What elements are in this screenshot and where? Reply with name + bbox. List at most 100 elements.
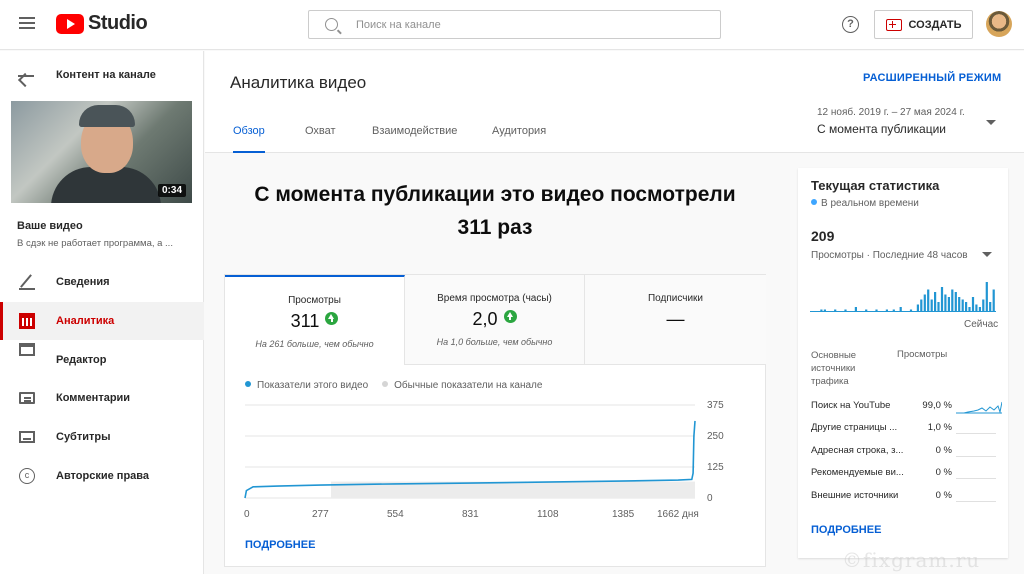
realtime-bar[interactable] — [916, 304, 919, 313]
avatar[interactable] — [986, 11, 1012, 37]
metric-comparison: На 261 больше, чем обычно — [255, 339, 374, 349]
traffic-source-row[interactable]: Поиск на YouTube 99,0 % — [811, 398, 1002, 416]
y-tick-label: 0 — [707, 493, 713, 504]
back-label[interactable]: Контент на канале — [56, 69, 156, 81]
metric-value: 2,0 — [405, 309, 584, 330]
tab-reach[interactable]: Охват — [305, 125, 336, 153]
date-period-select[interactable]: С момента публикации — [817, 122, 1003, 136]
more-details-link[interactable]: ПОДРОБНЕЕ — [245, 539, 315, 551]
traffic-source-row[interactable]: Адресная строка, з... 0 % — [811, 443, 1001, 461]
back-arrow-icon[interactable] — [18, 75, 34, 77]
search-icon[interactable] — [325, 18, 338, 31]
comments-icon — [19, 392, 35, 404]
dropdown-caret-icon[interactable] — [986, 120, 996, 125]
realtime-bar[interactable] — [823, 309, 826, 313]
metric-views[interactable]: Просмотры 311 На 261 больше, чем обычно — [225, 275, 405, 365]
sidebar-item-details[interactable]: Сведения — [0, 263, 204, 301]
realtime-bar[interactable] — [971, 297, 975, 312]
search-input[interactable] — [356, 18, 696, 31]
realtime-bar[interactable] — [978, 307, 981, 312]
realtime-now-label: Сейчас — [964, 319, 999, 330]
metric-value: — — [585, 309, 766, 330]
legend-label: Показатели этого видео — [257, 380, 369, 391]
realtime-bar[interactable] — [820, 309, 823, 313]
realtime-bar[interactable] — [937, 302, 940, 312]
sidebar-item-subtitles[interactable]: Субтитры — [0, 418, 204, 456]
top-bar: Studio ? СОЗДАТЬ — [0, 0, 1024, 50]
metric-watch-time[interactable]: Время просмотра (часы) 2,0 На 1,0 больше… — [405, 275, 585, 365]
realtime-bar[interactable] — [927, 289, 930, 313]
metric-comparison: На 1,0 больше, чем обычно — [436, 337, 553, 347]
realtime-bar[interactable] — [968, 307, 971, 312]
realtime-bar[interactable] — [899, 307, 902, 312]
sidebar-item-editor[interactable]: Редактор — [0, 341, 204, 379]
realtime-bar[interactable] — [920, 299, 923, 313]
realtime-bar[interactable] — [958, 297, 961, 312]
traffic-source-row[interactable]: Внешние источники 0 % — [811, 488, 1001, 506]
realtime-bar[interactable] — [854, 307, 857, 312]
traffic-source-pct: 1,0 % — [927, 422, 952, 433]
realtime-bar[interactable] — [875, 309, 878, 313]
views-chart[interactable]: 375 250 125 0 0 277 554 831 1108 1385 1662 дня — [241, 401, 741, 519]
create-button[interactable]: СОЗДАТЬ — [874, 10, 973, 39]
tab-overview[interactable]: Обзор — [233, 125, 265, 153]
realtime-bar[interactable] — [909, 309, 913, 313]
realtime-bar[interactable] — [940, 287, 944, 312]
realtime-panel: Текущая статистика В реальном времени 20… — [798, 168, 1008, 558]
traffic-source-pct: 0 % — [935, 490, 952, 501]
search-box[interactable] — [308, 10, 721, 39]
realtime-bar[interactable] — [975, 304, 978, 313]
realtime-period-select[interactable]: Просмотры · Последние 48 часов — [811, 250, 968, 261]
back-to-content-link[interactable]: Контент на канале — [0, 63, 204, 89]
tab-engagement[interactable]: Взаимодействие — [372, 125, 457, 153]
realtime-bar[interactable] — [947, 297, 950, 312]
editor-icon — [19, 343, 35, 356]
realtime-bar[interactable] — [930, 299, 933, 313]
metric-subscribers[interactable]: Подписчики — — [585, 275, 766, 365]
realtime-more-link[interactable]: ПОДРОБНЕЕ — [811, 524, 881, 536]
x-tick-label: 1385 — [612, 509, 635, 519]
video-duration: 0:34 — [157, 184, 186, 197]
realtime-bar[interactable] — [992, 289, 995, 313]
traffic-source-pct: 99,0 % — [922, 400, 952, 411]
realtime-bar[interactable] — [885, 309, 888, 313]
traffic-source-name: Поиск на YouTube — [811, 400, 891, 411]
traffic-source-row[interactable]: Другие страницы ... 1,0 % — [811, 420, 1001, 438]
menu-icon[interactable] — [19, 17, 35, 29]
realtime-bar[interactable] — [951, 289, 954, 313]
realtime-bar[interactable] — [934, 292, 937, 312]
realtime-bar[interactable] — [892, 309, 895, 313]
realtime-bar-chart[interactable] — [810, 280, 996, 312]
realtime-bar[interactable] — [834, 309, 837, 313]
realtime-bar[interactable] — [965, 302, 968, 312]
realtime-bar[interactable] — [989, 302, 992, 312]
traffic-sources-header: Основные источники трафика — [811, 350, 857, 387]
y-tick-label: 375 — [707, 401, 724, 411]
trend-up-icon — [503, 310, 517, 323]
realtime-bar[interactable] — [961, 299, 964, 313]
sidebar-item-analytics[interactable]: Аналитика — [0, 302, 204, 340]
logo-text: Studio — [88, 12, 148, 34]
realtime-bar[interactable] — [944, 294, 947, 313]
dropdown-caret-icon[interactable] — [982, 252, 992, 257]
metric-number: 2,0 — [472, 309, 498, 329]
tab-audience[interactable]: Аудитория — [492, 125, 546, 153]
realtime-bar[interactable] — [985, 282, 988, 312]
analytics-header: Аналитика видео РАСШИРЕННЫЙ РЕЖИМ Обзор … — [205, 51, 1024, 153]
realtime-bar[interactable] — [982, 299, 985, 313]
traffic-source-row[interactable]: Рекомендуемые ви... 0 % — [811, 465, 1001, 483]
pencil-icon — [19, 274, 35, 290]
realtime-bar[interactable] — [954, 292, 957, 312]
realtime-bar[interactable] — [865, 309, 868, 313]
help-icon[interactable]: ? — [842, 16, 859, 33]
legend-item-typical[interactable]: Обычные показатели на канале — [382, 380, 542, 391]
traffic-source-name: Другие страницы ... — [811, 422, 898, 433]
advanced-mode-link[interactable]: РАСШИРЕННЫЙ РЕЖИМ — [863, 72, 1001, 84]
video-thumbnail[interactable]: 0:34 — [11, 101, 192, 203]
realtime-bar[interactable] — [844, 309, 847, 313]
sidebar-item-comments[interactable]: Комментарии — [0, 379, 204, 417]
legend-item-this-video[interactable]: Показатели этого видео — [245, 380, 368, 391]
youtube-studio-logo[interactable]: Studio — [56, 12, 148, 35]
sidebar-item-copyright[interactable]: c Авторские права — [0, 457, 204, 495]
realtime-bar[interactable] — [923, 294, 926, 313]
